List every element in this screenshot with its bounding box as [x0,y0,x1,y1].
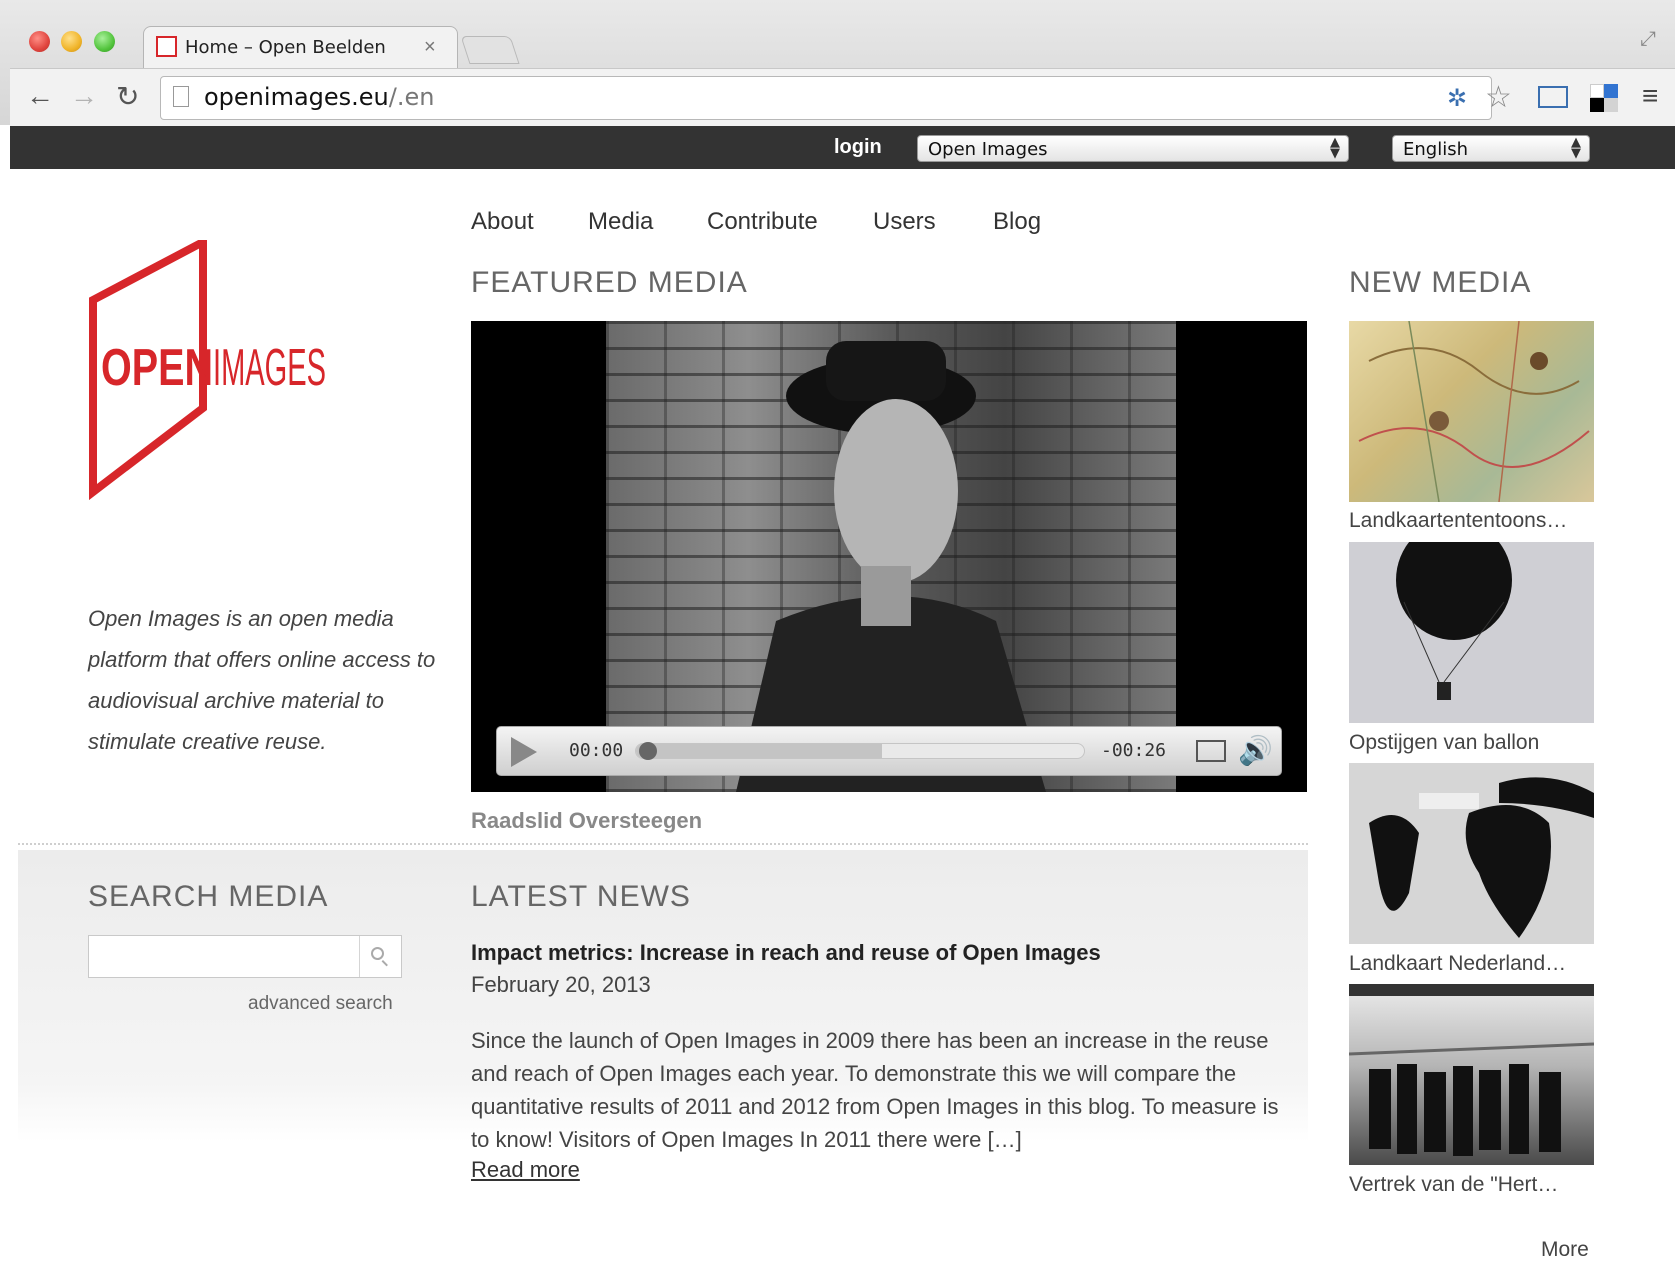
new-media-thumbnail-departure[interactable] [1349,984,1594,1165]
new-media-label[interactable]: Landkaartententoons… [1349,509,1594,533]
world-map-thumbnail-image [1369,777,1594,938]
tab-strip: Home – Open Beelden × ⤢ [0,0,1675,69]
tab-close-icon[interactable]: × [424,36,436,59]
seek-bar[interactable] [635,743,1085,759]
more-link[interactable]: More [1541,1238,1589,1262]
news-excerpt: Since the launch of Open Images in 2009 … [471,1028,1279,1152]
player-controls: 00:00 -00:26 🔊 [496,726,1282,776]
nav-contribute[interactable]: Contribute [707,208,818,236]
new-media-label[interactable]: Vertrek van de "Hert… [1349,1173,1594,1197]
open-images-logo[interactable]: OPEN IMAGES [88,240,338,500]
search-icon [371,947,384,960]
new-tab-button[interactable] [460,36,520,64]
site-select[interactable]: Open Images ▲ ▼ [917,135,1349,162]
remaining-time: -00:26 [1101,740,1167,761]
section-divider [18,843,1308,845]
read-more-link[interactable]: Read more [471,1157,580,1183]
play-icon[interactable] [511,737,537,767]
site-tagline: Open Images is an open media platform th… [88,606,436,754]
advanced-search-link[interactable]: advanced search [248,993,393,1015]
news-title[interactable]: Impact metrics: Increase in reach and re… [471,940,1271,966]
new-media-label[interactable]: Landkaart Nederland… [1349,952,1594,976]
volume-icon[interactable]: 🔊 [1238,734,1273,767]
reload-icon[interactable]: ↻ [116,80,139,113]
balloon-thumbnail-image [1396,542,1512,700]
search-box [88,935,402,978]
select-arrows-icon: ▲ ▼ [1330,135,1340,161]
new-media-thumbnail-balloon[interactable] [1349,542,1594,723]
window-maximize-button[interactable] [94,31,115,52]
browser-menu-icon[interactable]: ≡ [1642,80,1658,112]
search-button[interactable] [359,936,401,977]
video-frame [606,321,1176,792]
url-text[interactable]: openimages.eu/.en [204,83,434,111]
language-select-value: English [1403,139,1468,160]
language-select[interactable]: English ▲ ▼ [1392,135,1590,162]
url-host: openimages.eu [204,83,389,111]
nav-about[interactable]: About [471,208,534,236]
news-date: February 20, 2013 [471,972,651,997]
delicious-extension-icon[interactable] [1590,84,1618,112]
video-subject-figure [736,341,1046,792]
video-player[interactable]: 00:00 -00:26 🔊 [471,321,1307,792]
new-media-thumbnail-map[interactable] [1349,321,1594,502]
page-icon [173,86,189,107]
logo-text-open: OPEN [101,339,213,397]
search-media-heading: SEARCH MEDIA [88,880,329,913]
nav-users[interactable]: Users [873,208,936,236]
extension-icon[interactable]: ✲ [1447,84,1467,113]
logo-text-images: IMAGES [213,339,326,397]
screen-capture-icon[interactable] [1538,86,1568,108]
current-time: 00:00 [569,740,624,761]
window-close-button[interactable] [29,31,50,52]
url-path: /.en [388,83,435,111]
new-media-heading: NEW MEDIA [1349,266,1532,299]
login-link[interactable]: login [834,136,882,159]
bookmark-star-icon[interactable]: ☆ [1485,80,1512,115]
new-media-label[interactable]: Opstijgen van ballon [1349,731,1594,755]
fullscreen-expand-icon[interactable]: ⤢ [1640,28,1656,51]
tab-title: Home – Open Beelden [185,37,386,58]
buffer-bar [636,744,883,758]
latest-news-heading: LATEST NEWS [471,880,691,913]
video-title[interactable]: Raadslid Oversteegen [471,808,702,834]
search-input[interactable] [89,936,359,977]
back-icon[interactable]: ← [26,80,54,112]
new-media-thumbnail-world-map[interactable] [1349,763,1594,944]
site-select-value: Open Images [928,139,1048,160]
forward-icon[interactable]: → [70,80,98,112]
favicon-icon [156,36,177,57]
nav-media[interactable]: Media [588,208,653,236]
window-minimize-button[interactable] [61,31,82,52]
nav-blog[interactable]: Blog [993,208,1041,236]
departure-thumbnail-image [1349,984,1594,1156]
featured-media-heading: FEATURED MEDIA [471,266,748,299]
map-thumbnail-image [1358,321,1590,502]
seek-handle[interactable] [639,742,657,760]
select-arrows-icon: ▲ ▼ [1571,135,1581,161]
fullscreen-icon[interactable] [1196,740,1226,762]
